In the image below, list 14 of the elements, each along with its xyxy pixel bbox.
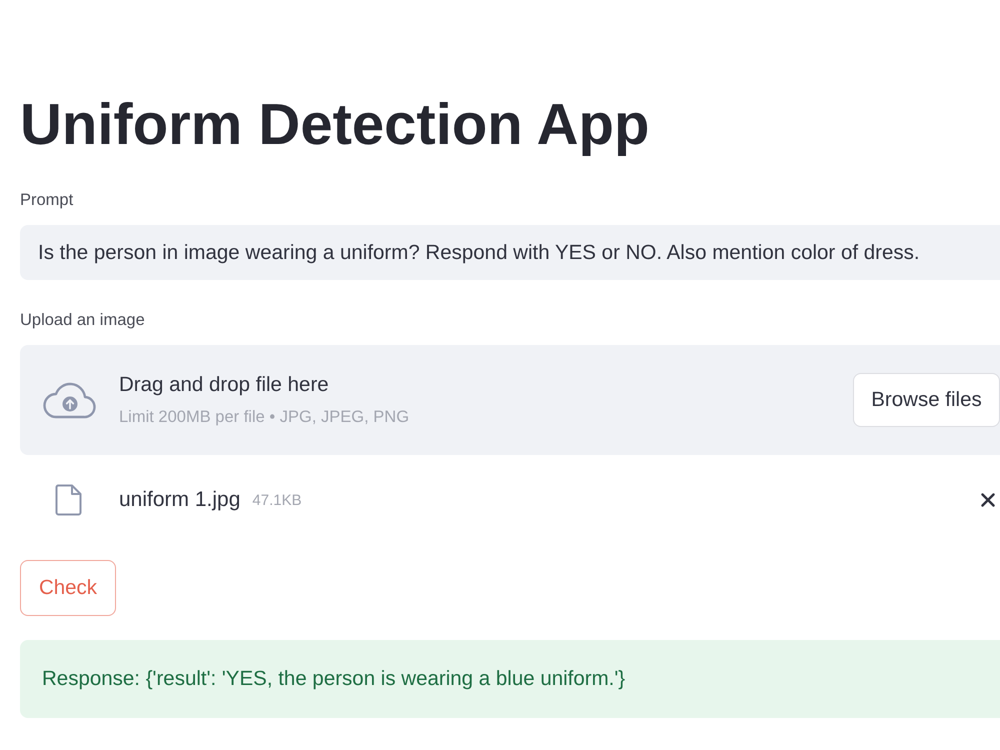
- page-title: Uniform Detection App: [20, 95, 650, 155]
- file-icon: [55, 484, 82, 516]
- file-name: uniform 1.jpg: [119, 488, 240, 512]
- close-icon[interactable]: [981, 493, 995, 507]
- prompt-label: Prompt: [20, 191, 74, 209]
- file-dropzone[interactable]: Drag and drop file here Limit 200MB per file • JPG, JPEG, PNG Browse files: [20, 345, 1000, 455]
- file-size: 47.1KB: [252, 492, 302, 508]
- response-message: Response: {'result': 'YES, the person is wearing a blue uniform.'}: [20, 640, 1000, 718]
- prompt-field[interactable]: Is the person in image wearing a uniform? Respond with YES or NO. Also mention color of dress.: [20, 225, 1000, 280]
- dropzone-instruction: Drag and drop file here: [119, 373, 330, 397]
- cloud-upload-icon: [42, 381, 96, 419]
- upload-label: Upload an image: [20, 311, 146, 329]
- browse-files-button[interactable]: Browse files: [853, 373, 1000, 427]
- file-limits-text: Limit 200MB per file • JPG, JPEG, PNG: [119, 407, 410, 427]
